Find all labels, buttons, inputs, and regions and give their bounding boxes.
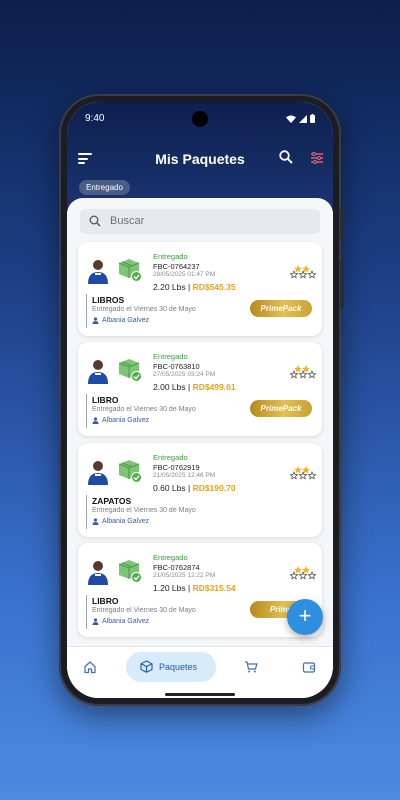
- nav-wallet[interactable]: [302, 660, 316, 688]
- app-bar: Mis Paquetes: [67, 148, 333, 170]
- nav-home[interactable]: [83, 660, 97, 688]
- recipient-name: Albania Galvez: [102, 317, 150, 324]
- package-delivered-icon: [118, 460, 142, 483]
- person-icon: [92, 618, 99, 625]
- package-weight: 1.20 Lbs: [153, 583, 186, 593]
- package-price: RD$190.70: [192, 483, 236, 493]
- delivery-info: Entregado el Viernes 30 de Mayo: [92, 507, 196, 514]
- courier-avatar: [88, 260, 108, 284]
- recipient-name: Albania Galvez: [102, 618, 150, 625]
- package-icon: [140, 660, 153, 673]
- package-code: FBC-0763810: [153, 362, 200, 371]
- recipient: Albania Galvez: [92, 518, 149, 525]
- screen: 9:40 Mis Paquetes Entregado Buscar Entre…: [67, 102, 333, 698]
- delivery-info: Entregado el Viernes 30 de Mayo: [92, 306, 196, 313]
- search-field-icon: [89, 215, 101, 227]
- search-input[interactable]: Buscar: [80, 209, 320, 234]
- card-divider: [86, 495, 87, 529]
- courier-avatar: [88, 461, 108, 485]
- home-icon: [84, 661, 96, 674]
- package-card[interactable]: Entregado FBC-0762874 21/05/2025 12:22 P…: [78, 543, 322, 637]
- package-weight: 0.60 Lbs: [153, 483, 186, 493]
- card-divider: [86, 294, 87, 328]
- recipient: Albania Galvez: [92, 417, 149, 424]
- cart-icon: [245, 661, 258, 673]
- package-date: 21/05/2025 12:22 PM: [153, 572, 216, 579]
- package-date: 28/05/2025 01:47 PM: [153, 271, 216, 278]
- wifi-icon: [286, 115, 296, 123]
- rating-stars-icon[interactable]: [290, 565, 316, 581]
- package-delivered-icon: [118, 259, 142, 282]
- package-weight-price: 2.20 Lbs | RD$545.35: [153, 282, 236, 292]
- rating-stars-icon[interactable]: [290, 364, 316, 380]
- package-weight-price: 2.00 Lbs | RD$499.61: [153, 382, 236, 392]
- recipient: Albania Galvez: [92, 317, 149, 324]
- card-divider: [86, 595, 87, 629]
- courier-avatar: [88, 561, 108, 585]
- card-divider: [86, 394, 87, 428]
- person-icon: [92, 518, 99, 525]
- package-code: FBC-0764237: [153, 262, 200, 271]
- package-code: FBC-0762919: [153, 463, 200, 472]
- person-icon: [92, 317, 99, 324]
- package-weight: 2.20 Lbs: [153, 282, 186, 292]
- package-price: RD$545.35: [192, 282, 236, 292]
- primepack-badge: PrimePack: [250, 300, 312, 317]
- package-status: Entregado: [153, 553, 188, 562]
- package-status: Entregado: [153, 453, 188, 462]
- person-icon: [92, 417, 99, 424]
- package-category: LIBRO: [92, 596, 119, 606]
- nav-cart[interactable]: [244, 660, 258, 688]
- package-list-panel: Buscar Entregado FBC-0764237 28/05/2025 …: [67, 198, 333, 646]
- rating-stars-icon[interactable]: [290, 264, 316, 280]
- nav-paquetes-label: Paquetes: [159, 662, 198, 672]
- package-card[interactable]: Entregado FBC-0763810 27/05/2025 03:24 P…: [78, 342, 322, 436]
- power-button: [340, 209, 344, 239]
- page-title: Mis Paquetes: [155, 151, 245, 167]
- signal-icon: [299, 114, 307, 123]
- package-card[interactable]: Entregado FBC-0764237 28/05/2025 01:47 P…: [78, 242, 322, 336]
- package-weight-price: 0.60 Lbs | RD$190.70: [153, 483, 236, 493]
- package-category: LIBRO: [92, 395, 119, 405]
- package-category: ZAPATOS: [92, 496, 132, 506]
- package-date: 21/05/2025 12:46 PM: [153, 472, 216, 479]
- delivery-info: Entregado el Viernes 30 de Mayo: [92, 607, 196, 614]
- gesture-bar: [165, 693, 235, 696]
- filter-icon[interactable]: [310, 151, 324, 165]
- package-weight: 2.00 Lbs: [153, 382, 186, 392]
- nav-paquetes[interactable]: Paquetes: [126, 652, 216, 682]
- camera-cutout: [192, 111, 208, 127]
- recipient-name: Albania Galvez: [102, 518, 150, 525]
- package-price: RD$499.61: [192, 382, 236, 392]
- primepack-badge: PrimePack: [250, 400, 312, 417]
- delivery-info: Entregado el Viernes 30 de Mayo: [92, 406, 196, 413]
- package-weight-price: 1.20 Lbs | RD$315.54: [153, 583, 236, 593]
- wallet-icon: [302, 662, 316, 673]
- header-background: 9:40 Mis Paquetes Entregado: [67, 102, 333, 212]
- courier-avatar: [88, 360, 108, 384]
- recipient: Albania Galvez: [92, 618, 149, 625]
- package-card[interactable]: Entregado FBC-0762919 21/05/2025 12:46 P…: [78, 443, 322, 537]
- package-price: RD$315.54: [192, 583, 236, 593]
- search-placeholder: Buscar: [110, 215, 145, 227]
- recipient-name: Albania Galvez: [102, 417, 150, 424]
- status-icons: [286, 114, 315, 123]
- status-time: 9:40: [85, 113, 105, 124]
- package-status: Entregado: [153, 252, 188, 261]
- package-delivered-icon: [118, 359, 142, 382]
- battery-icon: [310, 114, 315, 123]
- add-package-button[interactable]: +: [287, 599, 323, 635]
- package-code: FBC-0762874: [153, 563, 200, 572]
- package-category: LIBROS: [92, 295, 125, 305]
- search-icon[interactable]: [279, 150, 293, 164]
- bottom-nav: Paquetes: [67, 646, 333, 698]
- volume-button: [340, 259, 344, 309]
- phone-frame: 9:40 Mis Paquetes Entregado Buscar Entre…: [59, 94, 344, 706]
- package-status: Entregado: [153, 352, 188, 361]
- package-delivered-icon: [118, 560, 142, 583]
- rating-stars-icon[interactable]: [290, 465, 316, 481]
- package-date: 27/05/2025 03:24 PM: [153, 371, 216, 378]
- plus-icon: +: [298, 603, 312, 628]
- filter-chip-entregado[interactable]: Entregado: [79, 180, 130, 195]
